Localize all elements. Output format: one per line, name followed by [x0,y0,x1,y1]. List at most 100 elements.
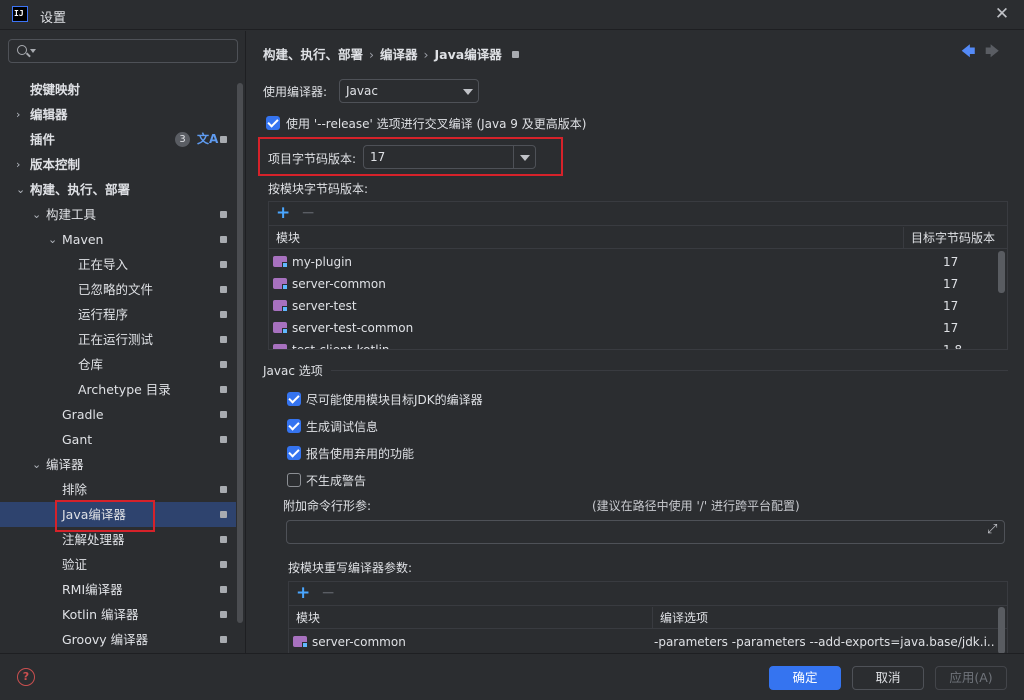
sidebar-item[interactable]: Gant [0,427,236,452]
target-version: 17 [943,277,959,291]
search-input[interactable] [39,42,229,60]
sidebar-item[interactable]: ⌄ 构建、执行、部署 [0,177,236,202]
search-icon [17,45,27,55]
table-row[interactable]: test-client-kotlin 1.8 [269,339,997,350]
target-version: 1.8 [943,343,963,350]
release-option-checkbox[interactable] [266,116,280,130]
back-arrow-icon[interactable]: 🡄 [961,41,975,65]
module-name: my-plugin [292,255,353,269]
sidebar-item-label: Gradle [62,407,104,422]
column-header-target-version[interactable]: 目标字节码版本 [903,227,1007,249]
project-scope-icon [220,236,227,243]
settings-search[interactable] [8,39,238,63]
compiler-select[interactable]: Javac [339,79,479,103]
ok-button[interactable]: 确定 [769,666,841,690]
sidebar-item[interactable]: 已忽略的文件 [0,277,236,302]
column-header-module[interactable]: 模块 [269,227,903,249]
sidebar-item[interactable]: ⌄ Maven [0,227,236,252]
sidebar-item[interactable]: 验证 [0,552,236,577]
cancel-button[interactable]: 取消 [852,666,924,690]
breadcrumb-separator-icon: › [369,47,375,62]
search-options-chevron-icon[interactable] [30,49,36,53]
column-header-module[interactable]: 模块 [289,607,652,629]
breadcrumb-item[interactable]: 编译器 [380,47,418,62]
close-icon[interactable]: ✕ [992,4,1012,24]
apply-button[interactable]: 应用(A) [935,666,1007,690]
chevron-down-icon[interactable]: ⌄ [32,452,41,477]
sidebar-item[interactable]: 按键映射 [0,77,236,102]
javac-option-checkbox[interactable] [287,446,301,460]
add-icon[interactable]: + [276,203,290,223]
sidebar-item-label: 验证 [62,557,88,572]
table-row[interactable]: server-test 17 [269,295,997,317]
javac-option-label: 不生成警告 [306,474,367,488]
table-row[interactable]: server-test-common 17 [269,317,997,339]
chevron-down-icon[interactable]: ⌄ [32,202,41,227]
javac-option-checkbox[interactable] [287,473,301,487]
sidebar-item-label: Gant [62,432,93,447]
sidebar-item[interactable]: › 编辑器 [0,102,236,127]
sidebar-item[interactable]: 运行程序 [0,302,236,327]
sidebar-item[interactable]: 仓库 [0,352,236,377]
table-row[interactable]: my-plugin 17 [269,251,997,273]
sidebar-item[interactable]: Gradle [0,402,236,427]
sidebar-item-label: 构建、执行、部署 [30,182,131,197]
table-toolbar: + − [269,202,1007,226]
extra-args-input[interactable] [286,520,1005,544]
project-scope-icon [220,536,227,543]
table-scrollbar[interactable] [998,607,1005,653]
remove-icon[interactable]: − [321,583,335,603]
project-scope-icon [220,636,227,643]
project-scope-icon [220,586,227,593]
javac-option-label: 报告使用弃用的功能 [306,447,415,461]
sidebar-item[interactable]: ⌄ 构建工具 [0,202,236,227]
chevron-right-icon[interactable]: › [16,102,20,127]
table-scrollbar[interactable] [998,251,1005,293]
sidebar-item-label: 构建工具 [46,207,97,222]
project-scope-icon [220,211,227,218]
sidebar-item[interactable]: 正在运行测试 [0,327,236,352]
use-compiler-label: 使用编译器: [263,85,328,99]
chevron-down-icon[interactable]: ⌄ [16,177,25,202]
chevron-right-icon[interactable]: › [16,152,20,177]
javac-option-checkbox[interactable] [287,419,301,433]
sidebar-item-label: 插件 [30,132,56,147]
chevron-down-icon[interactable]: ⌄ [48,227,57,252]
highlight-box [55,500,155,532]
table-row[interactable]: server-common 17 [269,273,997,295]
sidebar-item[interactable]: Kotlin 编译器 [0,602,236,627]
sidebar-item[interactable]: Archetype 目录 [0,377,236,402]
javac-option-label: 生成调试信息 [306,420,379,434]
sidebar-item[interactable]: RMI编译器 [0,577,236,602]
sidebar-item[interactable]: › 版本控制 [0,152,236,177]
module-name: server-test-common [292,321,414,335]
sidebar-item[interactable]: Groovy 编译器 [0,627,236,652]
table-row[interactable]: server-common -parameters -parameters --a… [289,631,997,653]
project-scope-icon [220,561,227,568]
sidebar-scrollbar[interactable] [237,83,243,623]
project-scope-icon [220,286,227,293]
javac-option-checkbox[interactable] [287,392,301,406]
module-name: server-test [292,299,357,313]
module-folder-icon [273,278,288,290]
sidebar-item[interactable]: ⌄ 编译器 [0,452,236,477]
project-scope-icon [220,436,227,443]
sidebar-item-label: 正在运行测试 [78,332,154,347]
title-bar: IJ 设置 ✕ [0,0,1024,30]
column-header-compile-options[interactable]: 编译选项 [652,607,1007,629]
expand-icon[interactable] [987,522,999,537]
target-version: 17 [943,255,959,269]
sidebar-item[interactable]: 插件 3 文A [0,127,236,152]
remove-icon[interactable]: − [301,203,315,223]
breadcrumb-item[interactable]: 构建、执行、部署 [263,47,363,62]
extra-args-hint: (建议在路径中使用 '/' 进行跨平台配置) [592,499,800,513]
help-icon[interactable]: ? [17,668,35,686]
project-scope-icon [220,611,227,618]
compile-options: -parameters -parameters --add-exports=ja… [654,635,994,649]
forward-arrow-icon[interactable]: 🡆 [985,41,999,65]
add-icon[interactable]: + [296,583,310,603]
target-version: 17 [943,321,959,335]
chevron-down-icon [463,89,473,95]
sidebar-item[interactable]: 正在导入 [0,252,236,277]
sidebar-item[interactable]: 排除 [0,477,236,502]
